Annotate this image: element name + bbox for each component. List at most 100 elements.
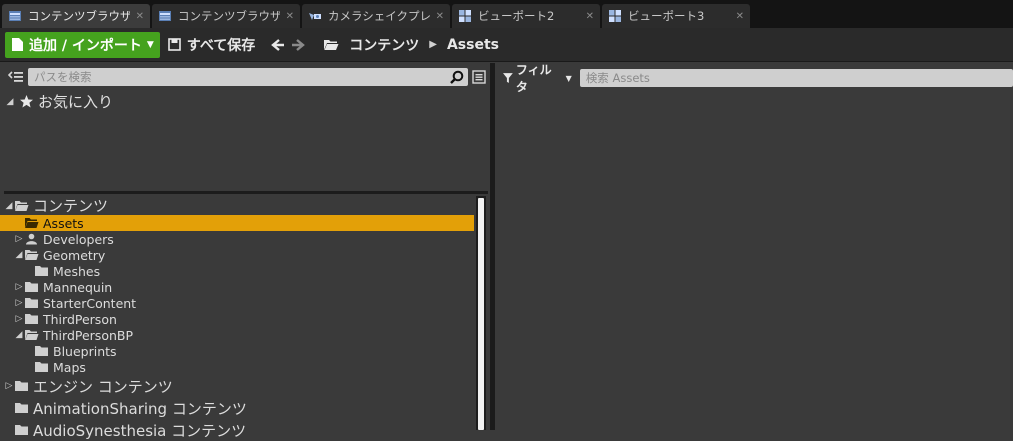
folder-icon [15,425,28,435]
tree-item-label: Blueprints [53,343,117,359]
tree-item-label: Maps [53,359,86,375]
tab-label: コンテンツブラウザ [28,9,130,23]
save-all-label: すべて保存 [186,37,256,54]
history-nav [271,38,306,52]
view-options-icon[interactable] [472,70,486,84]
tree-item[interactable]: AudioSynesthesia コンテンツ [0,419,474,441]
save-all-button[interactable]: すべて保存 [167,35,256,55]
tab-content-browser-2[interactable]: コンテンツブラウザ ✕ [152,4,300,28]
content-browser-icon [159,11,171,21]
folder-icon [35,266,48,276]
expand-arrow-icon[interactable]: ◢ [5,97,15,107]
tree-item[interactable]: ▷ ThirdPerson [0,311,474,327]
tree-item-label: Developers [43,231,114,247]
asset-view-panel: フィルタ ▼ [495,63,1013,430]
tab-viewport-2[interactable]: ビューポート2 ✕ [452,4,600,28]
tree-item[interactable]: ▷ Mannequin [0,279,474,295]
breadcrumb-content[interactable]: コンテンツ [349,35,419,55]
tree-item-label: コンテンツ [33,197,109,215]
add-import-button[interactable]: 追加 / インポート ▼ [5,31,160,58]
folder-icon [15,381,28,391]
new-file-icon [12,38,23,51]
folder-icon [25,314,38,324]
close-icon[interactable]: ✕ [586,11,594,22]
toggle-sources-icon[interactable] [8,70,24,84]
tab-bar: コンテンツブラウザ ✕ コンテンツブラウザ ✕ カメラシェイクプレビ ✕ ビュー… [0,0,1013,28]
expand-arrow-icon[interactable]: ▷ [14,234,24,244]
filter-button[interactable]: フィルタ ▼ [503,61,572,95]
tab-label: コンテンツブラウザ [178,9,280,23]
close-icon[interactable]: ✕ [436,11,444,22]
asset-search-box [579,69,1013,87]
path-search-input[interactable] [32,69,436,85]
folder-icon [25,282,38,292]
folder-icon [35,346,48,356]
star-icon [20,95,33,108]
expand-arrow-icon[interactable]: ▷ [14,314,24,324]
tree-item[interactable]: Maps [0,359,474,375]
back-arrow-icon[interactable] [271,38,285,52]
folder-tree-panel: ◢ お気に入り ◢ コンテンツAssets ▷ Developers ◢ Geometry… [0,63,490,440]
tree-item-label: Mannequin [43,279,113,295]
expand-arrow-icon[interactable]: ◢ [14,330,24,340]
panel-divider[interactable] [4,191,488,194]
tab-label: ビューポート3 [628,9,705,23]
expand-arrow-icon[interactable]: ▷ [14,298,24,308]
tree-scrollbar[interactable] [476,196,486,430]
folder-tree: ◢ コンテンツ Assets ▷ Developers ◢ Geometry Meshes ▷ M… [0,196,474,441]
tab-camera-shake-preview[interactable]: カメラシェイクプレビ ✕ [302,4,450,28]
content-browser-icon [9,11,21,21]
camera-shake-icon [309,13,321,20]
expand-arrow-icon[interactable]: ▷ [4,381,14,391]
favorites-header[interactable]: ◢ お気に入り [5,91,113,112]
tree-item[interactable]: ▷ StarterContent [0,295,474,311]
breadcrumb-assets[interactable]: Assets [447,37,499,53]
tree-item[interactable]: AnimationSharing コンテンツ [0,397,474,419]
asset-search-input[interactable] [583,70,1008,86]
folder-open-icon [25,330,39,340]
close-icon[interactable]: ✕ [286,11,294,22]
path-search-row [0,65,490,89]
forward-arrow-icon[interactable] [291,38,306,52]
tree-item[interactable]: ▷ エンジン コンテンツ [0,375,474,397]
save-icon [167,38,181,51]
expand-arrow-icon[interactable]: ◢ [4,201,14,211]
favorites-label: お気に入り [38,93,114,111]
tab-viewport-3[interactable]: ビューポート3 ✕ [602,4,750,28]
add-import-label: 追加 / インポート [29,37,142,54]
tree-item-label: Geometry [43,247,106,263]
scrollbar-thumb[interactable] [478,198,484,430]
filter-label: フィルタ [515,63,552,94]
tree-item[interactable]: ◢ コンテンツ [0,196,474,215]
tab-label: ビューポート2 [478,9,555,23]
tree-item-label: AnimationSharing コンテンツ [33,399,247,418]
tree-item[interactable]: Blueprints [0,343,474,359]
asset-filter-bar: フィルタ ▼ [495,63,1013,94]
filter-icon [503,73,513,83]
folder-icon [25,298,38,308]
tree-item[interactable]: ▷ Developers [0,231,474,247]
folder-icon [15,403,28,413]
tree-item[interactable]: ◢ Geometry [0,247,474,263]
folder-open-icon [25,218,39,228]
expand-arrow-icon[interactable]: ◢ [14,250,24,260]
tree-item-label: ThirdPersonBP [43,327,134,343]
search-icon[interactable] [450,70,464,84]
tree-item[interactable]: Assets [0,215,474,231]
tree-item-label: エンジン コンテンツ [33,377,173,396]
expand-arrow-icon[interactable]: ▷ [14,282,24,292]
breadcrumb: コンテンツ ▶ Assets [323,35,499,55]
folder-open-icon [25,250,39,260]
tab-label: カメラシェイクプレビ [328,9,430,23]
close-icon[interactable]: ✕ [736,11,744,22]
tree-item-label: Meshes [53,263,101,279]
user-icon [26,233,37,245]
folder-open-icon [324,40,339,50]
breadcrumb-separator-icon[interactable]: ▶ [429,39,437,50]
tree-item-label: ThirdPerson [43,311,117,327]
tab-content-browser-1[interactable]: コンテンツブラウザ ✕ [2,4,150,28]
tree-item[interactable]: ◢ ThirdPersonBP [0,327,474,343]
close-icon[interactable]: ✕ [136,11,144,22]
tree-item-label: StarterContent [43,295,137,311]
tree-item[interactable]: Meshes [0,263,474,279]
